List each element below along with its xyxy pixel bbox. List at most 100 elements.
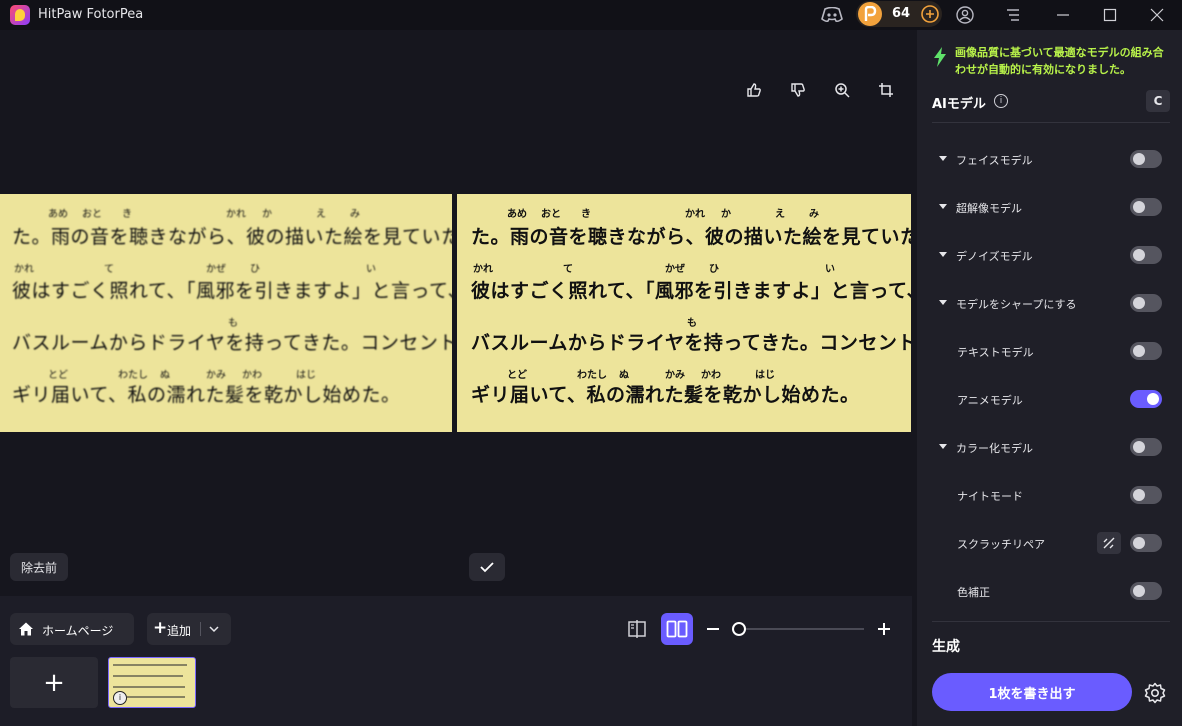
model-row: フェイスモデル (917, 145, 1182, 173)
model-label: ナイトモード (957, 490, 1023, 503)
model-toggle[interactable] (1130, 534, 1162, 552)
model-toggle[interactable] (1130, 438, 1162, 456)
model-toggle[interactable] (1130, 198, 1162, 216)
crop-icon[interactable] (874, 78, 898, 102)
model-label: カラー化モデル (956, 442, 1033, 455)
ruby-text: か (721, 209, 731, 220)
chevron-down-icon[interactable] (207, 622, 221, 636)
text-line-3: バスルームからドライヤを持ってきた。コンセントが (471, 332, 911, 354)
model-row: デノイズモデル (917, 241, 1182, 269)
model-label: モデルをシャープにする (956, 298, 1077, 311)
add-image-tile[interactable]: + (10, 657, 98, 708)
model-toggle[interactable] (1130, 150, 1162, 168)
ruby-text: き (122, 209, 132, 220)
expand-caret-icon[interactable] (939, 204, 947, 209)
model-toggle[interactable] (1130, 486, 1162, 504)
ruby-text: も (228, 318, 238, 329)
ruby-text: かれ (473, 264, 493, 275)
ruby-text: かみ (665, 370, 685, 381)
ruby-text: ぬ (619, 370, 629, 381)
panel-divider (932, 621, 1170, 622)
before-label-button[interactable]: 除去前 (10, 553, 68, 581)
ruby-text: か (262, 209, 272, 220)
credits-pill[interactable]: 64 (856, 1, 942, 27)
ruby-text: とど (48, 370, 68, 381)
ruby-text: き (581, 209, 591, 220)
model-toggle[interactable] (1130, 342, 1162, 360)
menu-icon[interactable] (1001, 4, 1025, 26)
model-row: スクラッチリペア (917, 529, 1182, 557)
info-icon[interactable]: i (994, 94, 1008, 108)
ruby-text: かれ (685, 209, 705, 220)
text-line-4: ギリ届いて、私の濡れた髪を乾かし始めた。 (471, 384, 860, 406)
home-icon (18, 621, 34, 637)
confirm-button[interactable] (469, 553, 505, 581)
model-row: 超解像モデル (917, 193, 1182, 221)
thumbnail-info-icon[interactable]: i (113, 691, 127, 705)
ruby-text: かぜ (206, 264, 226, 275)
add-credits-icon[interactable] (918, 3, 942, 25)
scratch-repair-icon[interactable] (1097, 532, 1121, 554)
model-row: アニメモデル (917, 385, 1182, 413)
close-icon[interactable] (1145, 4, 1169, 26)
ruby-text: かみ (206, 370, 226, 381)
settings-panel: 画像品質に基づいて最適なモデルの組み合わせが自動的に有効になりました。 AIモデ… (917, 30, 1182, 726)
expand-caret-icon[interactable] (939, 444, 947, 449)
after-image: あめ おときかれかえみ た。雨の音を聴きながら、彼の描いた絵を見ていたら、 かれて… (457, 194, 911, 432)
model-label: 色補正 (957, 586, 990, 599)
model-toggle[interactable] (1130, 390, 1162, 408)
before-image: あめ おときかれかえみ た。雨の音を聴きながら、彼の描いた絵を見ていたら、 かれて… (0, 194, 452, 432)
model-row: テキストモデル (917, 337, 1182, 365)
split-view-button[interactable] (621, 613, 653, 645)
title-bar: HitPaw FotorPea 64 (0, 0, 1182, 30)
text-line-2: 彼はすごく照れて、「風邪を引きますよ」と言って、 (471, 280, 911, 302)
zoom-out-icon[interactable] (705, 621, 721, 637)
plus-icon: + (153, 618, 168, 638)
ruby-text: かぜ (665, 264, 685, 275)
thumbs-down-icon[interactable] (786, 78, 810, 102)
zoom-slider-knob[interactable] (732, 622, 746, 636)
side-by-side-view-button[interactable] (661, 613, 693, 645)
expand-caret-icon[interactable] (939, 156, 947, 161)
model-toggle[interactable] (1130, 294, 1162, 312)
zoom-slider[interactable] (740, 628, 864, 630)
text-line-3: バスルームからドライヤを持ってきた。コンセントが (12, 332, 452, 354)
ruby-text: あめ (48, 209, 68, 220)
auto-model-notice: 画像品質に基づいて最適なモデルの組み合わせが自動的に有効になりました。 (955, 46, 1164, 76)
model-toggle[interactable] (1130, 246, 1162, 264)
thumbs-up-icon[interactable] (742, 78, 766, 102)
text-line-1: た。雨の音を聴きながら、彼の描いた絵を見ていたら、 (471, 226, 911, 248)
model-label: スクラッチリペア (957, 538, 1045, 551)
ruby-text: はじ (296, 370, 316, 381)
model-label: デノイズモデル (956, 250, 1033, 263)
maximize-icon[interactable] (1098, 4, 1122, 26)
ruby-text: かわ (242, 370, 262, 381)
expand-caret-icon[interactable] (939, 252, 947, 257)
image-thumbnail[interactable]: i (108, 657, 196, 708)
credits-count: 64 (892, 6, 911, 21)
discord-icon[interactable] (820, 4, 844, 26)
gear-icon[interactable] (1144, 682, 1166, 704)
ruby-text: み (809, 209, 819, 220)
minimize-icon[interactable] (1051, 4, 1075, 26)
text-line-1: た。雨の音を聴きながら、彼の描いた絵を見ていたら、 (12, 226, 452, 248)
ruby-text: ぬ (160, 370, 170, 381)
home-page-button[interactable]: ホームページ (10, 613, 134, 645)
account-icon[interactable] (953, 4, 977, 26)
add-button[interactable]: + 追加 (147, 613, 231, 645)
add-divider (200, 622, 201, 636)
zoom-in-icon[interactable] (830, 78, 854, 102)
ai-model-title: AIモデル (932, 97, 986, 112)
ruby-text: え (775, 209, 785, 220)
text-line-4: ギリ届いて、私の濡れた髪を乾かし始めた。 (12, 384, 401, 406)
ruby-text: かわ (701, 370, 721, 381)
reset-button[interactable]: C (1146, 90, 1170, 112)
expand-caret-icon[interactable] (939, 300, 947, 305)
ruby-text: おと (82, 209, 102, 220)
model-toggle[interactable] (1130, 582, 1162, 600)
ruby-text: かれ (14, 264, 34, 275)
lightning-icon (934, 47, 946, 67)
zoom-in-plus-icon[interactable] (876, 621, 892, 637)
ruby-text: かれ (226, 209, 246, 220)
export-button[interactable]: 1枚を書き出す (932, 673, 1132, 711)
